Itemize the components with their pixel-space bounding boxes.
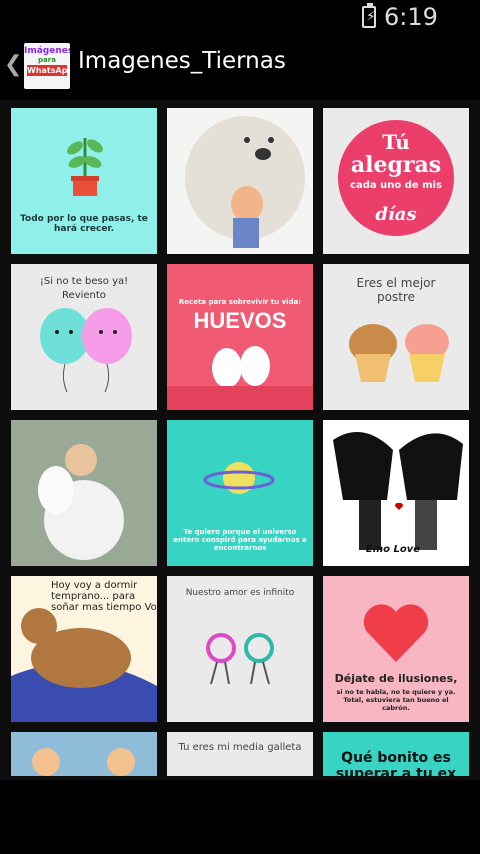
back-chevron-icon[interactable]: ❮ xyxy=(4,52,22,77)
logo-text-line2: para xyxy=(38,56,56,64)
grid-tile-3[interactable]: Tú alegras cada uno de mis días xyxy=(323,108,469,254)
tile-9-caption: Emo Love xyxy=(365,544,421,555)
logo-text-line3: WhatsApp xyxy=(27,65,70,76)
grid-tile-15[interactable]: Qué bonito es superar a tu ex xyxy=(323,732,469,776)
grid-tile-8[interactable]: Te quiero porque el universo entero cons… xyxy=(167,420,313,566)
tile-12-line1: Déjate de ilusiones, xyxy=(334,672,458,685)
tile-3-line2: alegras xyxy=(350,152,442,178)
tile-10-caption: Hoy voy a dormir temprano... para soñar … xyxy=(51,580,157,613)
tile-15-caption: Qué bonito es superar a tu ex xyxy=(335,750,457,776)
grid-tile-9[interactable]: Emo Love xyxy=(323,420,469,566)
bottom-bar xyxy=(0,780,480,854)
dog-hug-illustration xyxy=(185,116,305,248)
tile-1-caption: Todo por lo que pasas, te hará crecer. xyxy=(20,214,148,234)
action-bar: ❮ Imágenes para WhatsApp Imagenes_Tierna… xyxy=(0,34,480,100)
grid-tile-14[interactable]: Tu eres mi media galleta xyxy=(167,732,313,776)
cupcakes-illustration xyxy=(349,324,449,382)
tile-14-caption: Tu eres mi media galleta xyxy=(178,742,302,753)
eggs-illustration xyxy=(167,346,313,410)
page-title: Imagenes_Tiernas xyxy=(78,48,286,74)
grid-tile-5[interactable]: Receta para sobrevivir tu vida: HUEVOS xyxy=(167,264,313,410)
balloons-illustration xyxy=(40,308,132,393)
battery-icon: ⚡ xyxy=(362,3,376,28)
angel-photo xyxy=(11,420,157,566)
grid-tile-12[interactable]: Déjate de ilusiones, si no te habla, no … xyxy=(323,576,469,722)
grid-tile-2[interactable] xyxy=(167,108,313,254)
tile-3-line1: Tú xyxy=(382,130,410,154)
grid-tile-7[interactable] xyxy=(11,420,157,566)
grid-tile-13[interactable] xyxy=(11,732,157,776)
grid-tile-10[interactable]: Hoy voy a dormir temprano... para soñar … xyxy=(11,576,157,722)
status-bar: ⚡ 6:19 PM xyxy=(0,0,480,59)
grid-tile-1[interactable]: Todo por lo que pasas, te hará crecer. xyxy=(11,108,157,254)
grid-tile-6[interactable]: Eres el mejor postre xyxy=(323,264,469,410)
logo-text-line1: Imágenes xyxy=(24,46,70,56)
app-logo[interactable]: Imágenes para WhatsApp xyxy=(24,43,70,89)
grid-tile-11[interactable]: Nuestro amor es infinito xyxy=(167,576,313,722)
couple-photo xyxy=(32,748,135,776)
grid-tile-4[interactable]: ¡Si no te beso ya! Reviento xyxy=(11,264,157,410)
infinity-glasses-illustration xyxy=(206,633,274,685)
tile-8-caption: Te quiero porque el universo entero cons… xyxy=(173,528,307,552)
tile-3-line3: cada uno de mis xyxy=(350,180,442,191)
image-grid: Todo por lo que pasas, te hará crecer. T… xyxy=(0,100,480,780)
tile-12-line2: si no te habla, no te quiere y ya. Total… xyxy=(336,688,456,712)
tile-3-line4: días xyxy=(375,204,417,225)
